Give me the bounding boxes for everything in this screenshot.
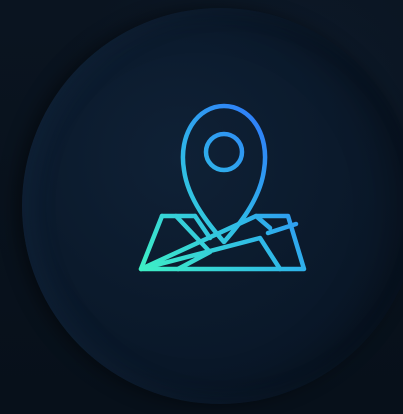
map-fold-lines bbox=[138, 213, 299, 272]
pin-hole bbox=[203, 131, 245, 173]
map-location-icon-container bbox=[0, 0, 403, 410]
map-pin-icon bbox=[138, 103, 307, 272]
pin-outline bbox=[180, 103, 268, 245]
background bbox=[0, 0, 403, 410]
